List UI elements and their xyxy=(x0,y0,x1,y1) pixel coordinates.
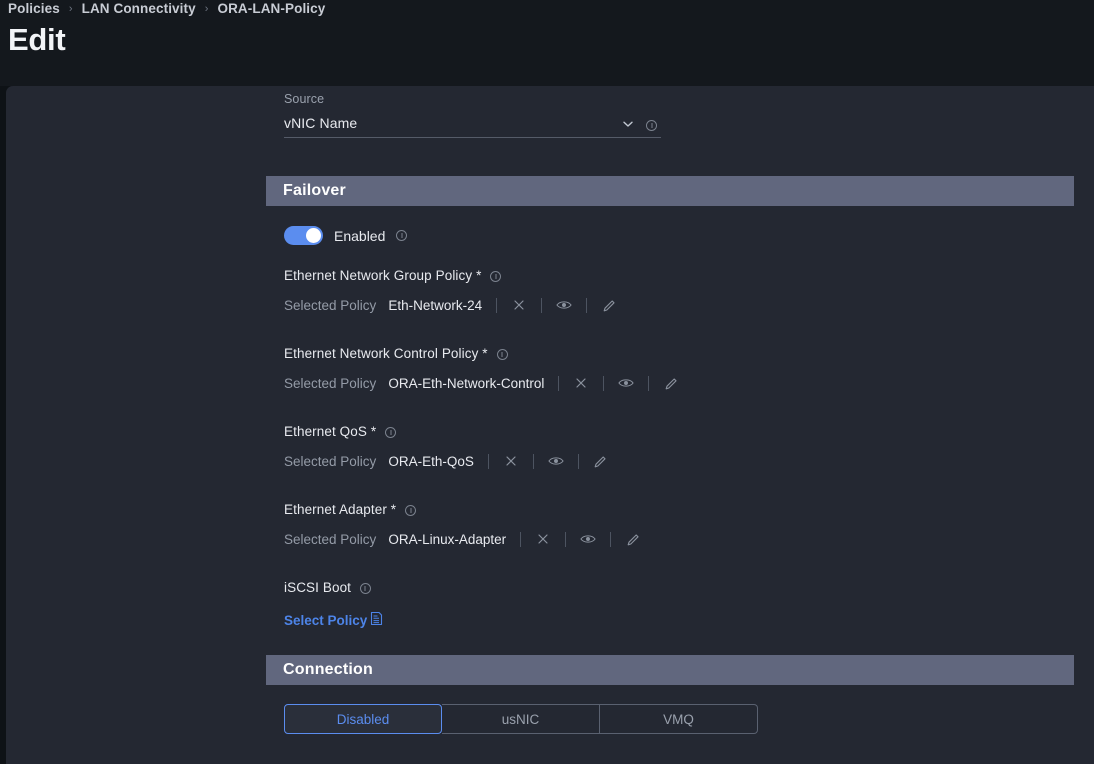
connection-mode-selector: Disabled usNIC VMQ xyxy=(284,704,758,734)
selected-policy-label: Selected Policy xyxy=(284,297,377,313)
page-header: Policies › LAN Connectivity › ORA-LAN-Po… xyxy=(0,0,1094,86)
clear-icon[interactable] xyxy=(573,375,589,391)
selected-policy-row: Selected Policy ORA-Eth-Network-Control xyxy=(284,375,679,391)
policy-label: Ethernet Adapter * xyxy=(284,502,641,517)
divider xyxy=(541,297,543,313)
required-marker: * xyxy=(482,346,488,361)
failover-section-title: Failover xyxy=(283,182,346,199)
source-info-icon[interactable] xyxy=(646,120,657,131)
required-marker: * xyxy=(370,424,377,439)
divider xyxy=(610,531,612,547)
divider xyxy=(496,297,498,313)
page-title: Edit xyxy=(8,22,66,57)
divider xyxy=(577,453,579,469)
form-card: Source vNIC Name Failover Enabled Ethern… xyxy=(6,86,1094,764)
breadcrumb-item-ora-lan-policy: ORA-LAN-Policy xyxy=(217,1,326,16)
required-marker: * xyxy=(476,268,482,283)
selected-policy-label: Selected Policy xyxy=(284,453,377,469)
breadcrumb-separator-icon: › xyxy=(68,2,73,15)
selected-policy-value: ORA-Eth-Network-Control xyxy=(388,375,545,391)
policy-label: Ethernet Network Group Policy * xyxy=(284,268,617,283)
edit-icon[interactable] xyxy=(625,531,641,547)
selected-policy-value: ORA-Eth-QoS xyxy=(388,453,474,469)
policy-label-text: Ethernet Network Group Policy xyxy=(284,268,473,283)
iscsi-boot-label-text: iSCSI Boot xyxy=(284,580,352,595)
breadcrumb: Policies › LAN Connectivity › ORA-LAN-Po… xyxy=(8,1,325,16)
iscsi-boot-info-icon[interactable] xyxy=(359,582,371,594)
divider xyxy=(558,375,560,391)
policy-group-ethernet-qos: Ethernet QoS * Selected Policy ORA-Eth-Q… xyxy=(284,424,609,469)
failover-toggle-label: Enabled xyxy=(334,227,386,244)
clear-icon[interactable] xyxy=(511,297,527,313)
policy-label-text: Ethernet Adapter xyxy=(284,502,387,517)
policy-info-icon[interactable] xyxy=(490,270,502,282)
policy-group-ethernet-network-control: Ethernet Network Control Policy * Select… xyxy=(284,346,679,391)
connection-option-vmq[interactable]: VMQ xyxy=(600,704,758,734)
policy-label-text: Ethernet Network Control Policy xyxy=(284,346,479,361)
connection-option-usnic[interactable]: usNIC xyxy=(442,704,600,734)
policy-group-ethernet-adapter: Ethernet Adapter * Selected Policy ORA-L… xyxy=(284,502,641,547)
divider xyxy=(520,531,522,547)
connection-section-header: Connection xyxy=(266,655,1074,685)
policy-info-icon[interactable] xyxy=(385,426,397,438)
required-marker: * xyxy=(390,502,397,517)
clear-icon[interactable] xyxy=(503,453,519,469)
selected-policy-label: Selected Policy xyxy=(284,531,377,547)
policy-info-icon[interactable] xyxy=(496,348,508,360)
view-icon[interactable] xyxy=(580,531,596,547)
policy-label: Ethernet Network Control Policy * xyxy=(284,346,679,361)
breadcrumb-item-lan-connectivity[interactable]: LAN Connectivity xyxy=(82,1,196,16)
edit-lan-connectivity-policy-page: Policies › LAN Connectivity › ORA-LAN-Po… xyxy=(0,0,1094,764)
breadcrumb-separator-icon: › xyxy=(204,2,209,15)
connection-option-disabled[interactable]: Disabled xyxy=(284,704,442,734)
edit-icon[interactable] xyxy=(593,453,609,469)
selected-policy-value: Eth-Network-24 xyxy=(388,297,483,313)
selected-policy-row: Selected Policy ORA-Eth-QoS xyxy=(284,453,609,469)
chevron-down-icon[interactable] xyxy=(621,117,635,131)
selected-policy-label: Selected Policy xyxy=(284,375,377,391)
source-label: Source xyxy=(284,92,325,106)
breadcrumb-item-policies[interactable]: Policies xyxy=(8,1,60,16)
failover-toggle[interactable] xyxy=(284,226,323,245)
view-icon[interactable] xyxy=(618,375,635,391)
clear-icon[interactable] xyxy=(535,531,551,547)
policy-label-text: Ethernet QoS xyxy=(284,424,367,439)
failover-section-header: Failover xyxy=(266,176,1074,206)
divider xyxy=(532,453,534,469)
divider xyxy=(487,453,489,469)
select-policy-link[interactable]: Select Policy xyxy=(284,611,383,629)
edit-icon[interactable] xyxy=(601,297,617,313)
divider xyxy=(648,375,650,391)
failover-enabled-row: Enabled xyxy=(284,226,408,245)
failover-info-icon[interactable] xyxy=(396,230,408,241)
policy-list-icon xyxy=(370,611,383,629)
view-icon[interactable] xyxy=(556,297,572,313)
view-icon[interactable] xyxy=(548,453,564,469)
policy-info-icon[interactable] xyxy=(405,504,417,516)
selected-policy-row: Selected Policy Eth-Network-24 xyxy=(284,297,617,313)
source-value: vNIC Name xyxy=(284,115,358,131)
toggle-knob xyxy=(306,228,321,243)
select-policy-link-label: Select Policy xyxy=(284,612,368,628)
connection-section-title: Connection xyxy=(283,661,373,678)
edit-icon[interactable] xyxy=(663,375,679,391)
divider xyxy=(565,531,567,547)
source-select[interactable]: vNIC Name xyxy=(284,115,661,138)
policy-label: Ethernet QoS * xyxy=(284,424,609,439)
selected-policy-row: Selected Policy ORA-Linux-Adapter xyxy=(284,531,641,547)
policy-group-ethernet-network-group: Ethernet Network Group Policy * Selected… xyxy=(284,268,617,313)
source-field: Source vNIC Name xyxy=(284,92,661,138)
selected-policy-value: ORA-Linux-Adapter xyxy=(388,531,507,547)
divider xyxy=(603,375,605,391)
divider xyxy=(586,297,588,313)
policy-group-iscsi-boot: iSCSI Boot xyxy=(284,580,371,595)
iscsi-boot-label: iSCSI Boot xyxy=(284,580,371,595)
